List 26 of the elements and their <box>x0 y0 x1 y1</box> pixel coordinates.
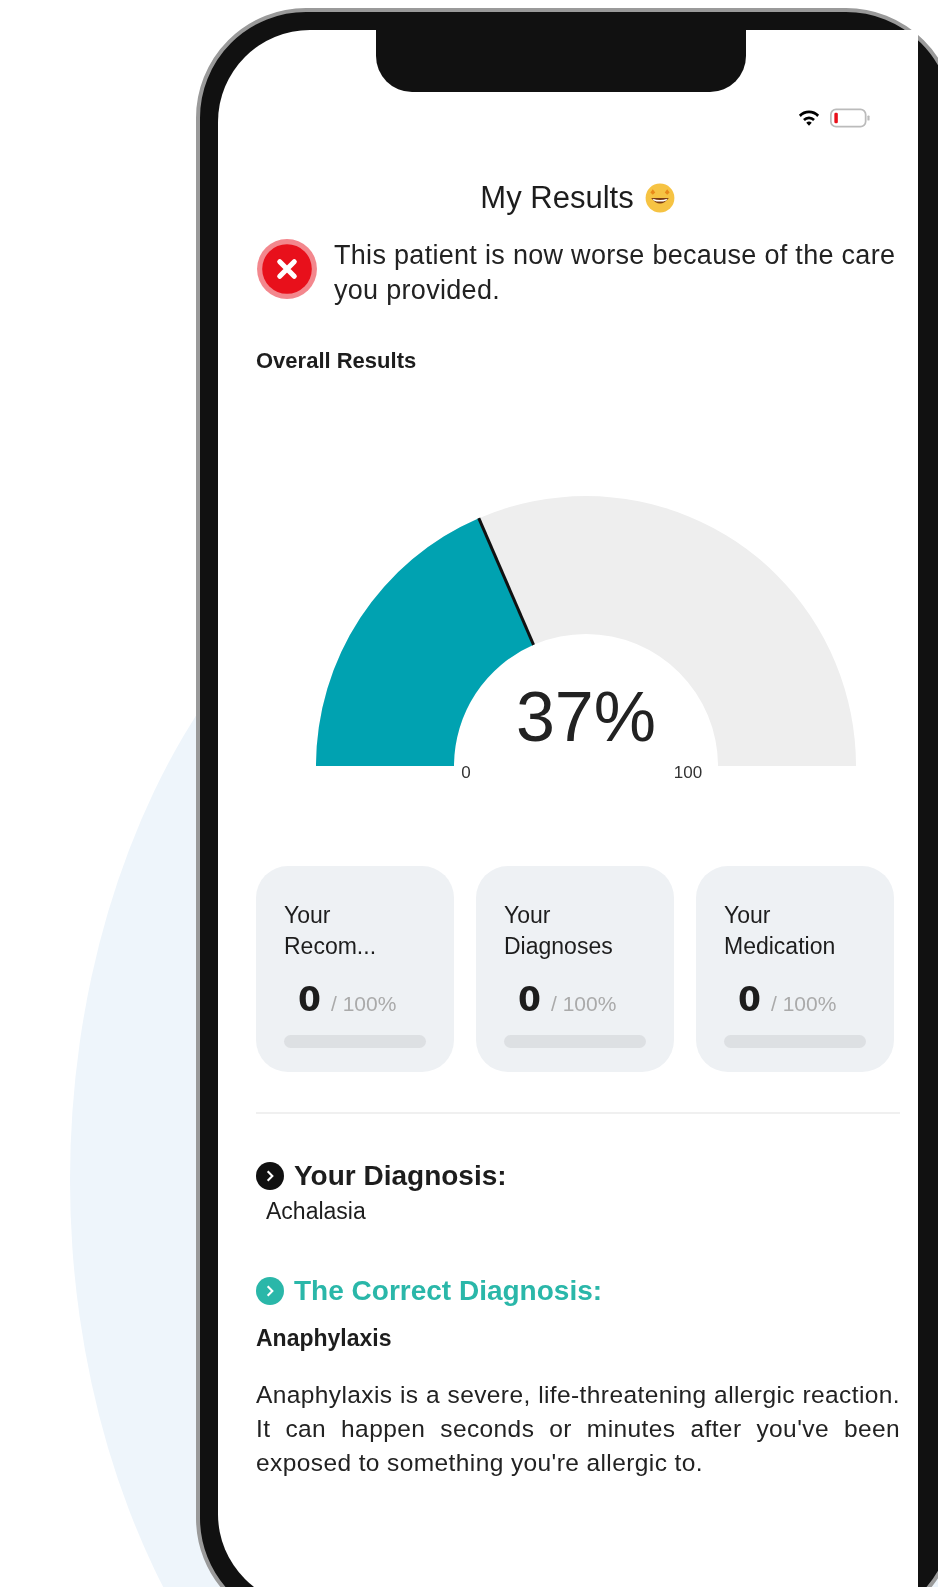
score-total: / 100% <box>550 992 617 1016</box>
score-value: 0 <box>738 980 761 1019</box>
screen-title: My Results <box>480 180 634 216</box>
score-value: 0 <box>518 980 541 1019</box>
gauge-reading: 37% <box>515 678 657 756</box>
diagnosis-value: Achalasia <box>266 1198 367 1225</box>
gauge-min-label: 0 <box>461 763 471 782</box>
alert-message: This patient is now worse because of the care you provided. <box>334 239 897 307</box>
chevron-icon <box>256 1277 284 1305</box>
diagnosis-value: Anaphylaxis <box>256 1325 393 1352</box>
score-label: Your Medication <box>724 901 837 961</box>
smiley-icon <box>643 182 676 214</box>
score-value: 0 <box>298 980 321 1019</box>
score-total: / 100% <box>330 992 397 1016</box>
chevron-icon <box>256 1162 284 1190</box>
section-heading: The Correct Diagnosis: <box>294 1275 603 1307</box>
gauge-max-label: 100 <box>673 763 703 782</box>
diagnosis-description: Anaphylaxis is a severe, life-threatening allergic reaction. It can happen seconds or minutes after you've been exposed to something you're allergic to. <box>256 1380 900 1478</box>
score-label: Your Recom... <box>284 901 378 961</box>
section-heading: Overall Results <box>256 348 418 374</box>
error-icon <box>256 238 318 300</box>
score-total: / 100% <box>770 992 837 1016</box>
wifi-icon <box>798 109 820 127</box>
score-label: Your Diagnoses <box>504 901 614 961</box>
section-heading: Your Diagnosis: <box>294 1160 507 1192</box>
battery-icon <box>830 108 870 128</box>
